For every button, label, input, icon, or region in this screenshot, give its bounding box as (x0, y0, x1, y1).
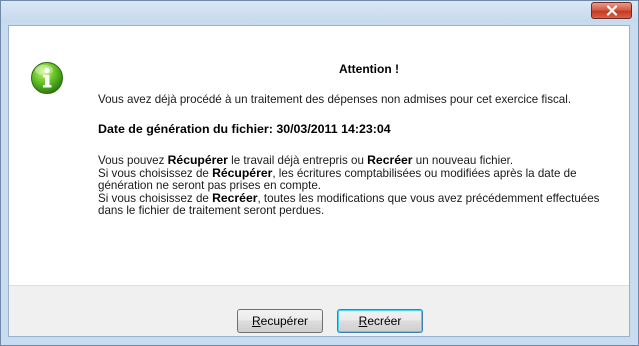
title-bar[interactable] (1, 1, 638, 22)
explanation-text: Vous pouvez Récupérer le travail déjà en… (98, 153, 600, 217)
button-bar: Recupérer Recréer (9, 285, 629, 336)
generation-date: Date de génération du fichier: 30/03/201… (98, 122, 391, 136)
dialog-heading: Attention ! (339, 62, 399, 76)
close-icon (606, 5, 617, 16)
message-area: Attention ! Vous avez déjà procédé à un … (9, 26, 629, 285)
dialog-window: Attention ! Vous avez déjà procédé à un … (0, 0, 639, 346)
message-line: Vous avez déjà procédé à un traitement d… (98, 93, 572, 106)
close-button[interactable] (591, 2, 632, 19)
recreer-button[interactable]: Recréer (337, 309, 423, 333)
dialog-client-area: Attention ! Vous avez déjà procédé à un … (8, 25, 630, 337)
recuperer-button[interactable]: Recupérer (237, 309, 323, 333)
